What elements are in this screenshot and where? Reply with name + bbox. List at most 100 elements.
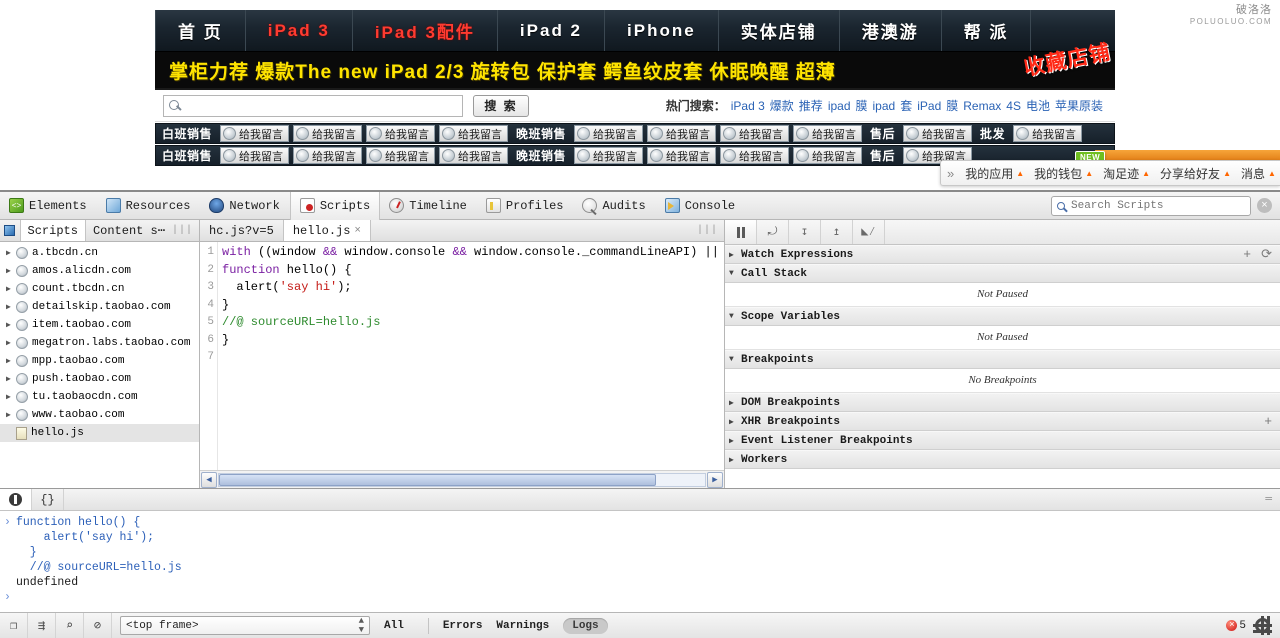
triangle-down-icon[interactable]: ▼ bbox=[729, 312, 741, 321]
disclosure-triangle-icon[interactable]: ▶ bbox=[6, 302, 16, 312]
scroll-right-arrow[interactable]: ▶ bbox=[707, 472, 723, 488]
editor-resize-grip[interactable]: ||| bbox=[697, 220, 724, 241]
cs-contact-button-0-1-0[interactable]: 给我留言 bbox=[574, 125, 643, 142]
script-file-item-3[interactable]: ▶detailskip.taobao.com bbox=[0, 298, 199, 316]
editor-tab-close-icon[interactable]: × bbox=[354, 225, 361, 237]
cs-contact-button-0-1-1[interactable]: 给我留言 bbox=[647, 125, 716, 142]
panel-tab-console[interactable]: Console bbox=[656, 192, 745, 220]
hot-keyword-2[interactable]: 推荐 bbox=[799, 99, 823, 113]
panel-tab-scripts[interactable]: Scripts bbox=[290, 192, 380, 220]
show-console-button[interactable]: ⇶ bbox=[28, 613, 56, 638]
triangle-right-icon[interactable]: ▶ bbox=[729, 455, 741, 465]
cs-contact-button-0-0-3[interactable]: 给我留言 bbox=[439, 125, 508, 142]
shop-search-input[interactable] bbox=[183, 97, 462, 115]
step-over-button[interactable]: ⤾ bbox=[757, 220, 789, 244]
drawer-resize-grip[interactable]: ═ bbox=[1265, 489, 1280, 510]
cs-contact-button-1-1-1[interactable]: 给我留言 bbox=[647, 147, 716, 164]
shop-nav-item-7[interactable]: 帮 派 bbox=[942, 10, 1032, 51]
clear-console-button[interactable]: ⊘ bbox=[84, 613, 112, 638]
disclosure-triangle-icon[interactable]: ▶ bbox=[6, 266, 16, 276]
script-file-item-6[interactable]: ▶mpp.taobao.com bbox=[0, 352, 199, 370]
editor-tab-1[interactable]: hello.js× bbox=[283, 220, 371, 241]
editor-tab-0[interactable]: hc.js?v=5 bbox=[200, 220, 283, 241]
cs-contact-button-1-0-3[interactable]: 给我留言 bbox=[439, 147, 508, 164]
script-file-item-7[interactable]: ▶push.taobao.com bbox=[0, 370, 199, 388]
add-icon[interactable]: + bbox=[1264, 414, 1272, 429]
hot-keyword-10[interactable]: 4S bbox=[1006, 99, 1021, 113]
script-file-item-10[interactable]: hello.js bbox=[0, 424, 199, 442]
panel-tab-timeline[interactable]: Timeline bbox=[380, 192, 477, 220]
debugger-section-6[interactable]: ▶Event Listener Breakpoints bbox=[725, 431, 1280, 450]
cs-contact-button-1-1-2[interactable]: 给我留言 bbox=[720, 147, 789, 164]
debugger-section-7[interactable]: ▶Workers bbox=[725, 450, 1280, 469]
triangle-down-icon[interactable]: ▼ bbox=[729, 355, 741, 364]
hot-keyword-7[interactable]: iPad bbox=[917, 99, 941, 113]
shop-search-box[interactable] bbox=[163, 95, 463, 117]
hot-keyword-5[interactable]: ipad bbox=[873, 99, 896, 113]
panel-tab-network[interactable]: Network bbox=[200, 192, 289, 220]
shop-nav-item-6[interactable]: 港澳游 bbox=[840, 10, 942, 51]
triangle-right-icon[interactable]: ▶ bbox=[729, 417, 741, 427]
code-editor[interactable]: 1234567 with ((window && window.console … bbox=[200, 242, 724, 470]
cs-contact-button-1-1-0[interactable]: 给我留言 bbox=[574, 147, 643, 164]
hot-keyword-11[interactable]: 电池 bbox=[1026, 99, 1050, 113]
hot-keyword-0[interactable]: iPad 3 bbox=[731, 99, 765, 113]
triangle-right-icon[interactable]: ▶ bbox=[729, 250, 741, 260]
disclosure-triangle-icon[interactable]: ▶ bbox=[6, 248, 16, 258]
console-filter-errors[interactable]: Errors bbox=[443, 620, 483, 632]
step-into-button[interactable]: ↧ bbox=[789, 220, 821, 244]
cs-contact-button-1-1-3[interactable]: 给我留言 bbox=[793, 147, 862, 164]
step-out-button[interactable]: ↥ bbox=[821, 220, 853, 244]
debugger-section-2[interactable]: ▼Scope Variables bbox=[725, 307, 1280, 326]
hot-keyword-8[interactable]: 膜 bbox=[946, 99, 958, 113]
search-button[interactable]: ⌕ bbox=[56, 613, 84, 638]
shop-search-button[interactable]: 搜 索 bbox=[473, 95, 529, 117]
deactivate-breakpoints-button[interactable]: ◣⁄ bbox=[853, 220, 885, 244]
disclosure-triangle-icon[interactable]: ▶ bbox=[6, 392, 16, 402]
sidebar-resize-grip[interactable]: ||| bbox=[172, 220, 199, 241]
console-filter-logs[interactable]: Logs bbox=[563, 618, 607, 634]
search-scripts-field[interactable] bbox=[1051, 196, 1251, 216]
console-filter-all[interactable]: All bbox=[384, 620, 404, 632]
script-file-item-8[interactable]: ▶tu.taobaocdn.com bbox=[0, 388, 199, 406]
debugger-section-3[interactable]: ▼Breakpoints bbox=[725, 350, 1280, 369]
console-filter-warnings[interactable]: Warnings bbox=[496, 620, 549, 632]
debugger-section-1[interactable]: ▼Call Stack bbox=[725, 264, 1280, 283]
disclosure-triangle-icon[interactable]: ▶ bbox=[6, 356, 16, 366]
dock-to-side-button[interactable]: ❐ bbox=[0, 613, 28, 638]
triangle-right-icon[interactable]: ▶ bbox=[729, 436, 741, 446]
hot-keyword-9[interactable]: Remax bbox=[963, 99, 1001, 113]
clear-search-icon[interactable]: × bbox=[1257, 198, 1272, 213]
expand-toolbar-icon[interactable]: » bbox=[941, 166, 960, 181]
hot-keyword-3[interactable]: ipad bbox=[828, 99, 851, 113]
script-file-item-4[interactable]: ▶item.taobao.com bbox=[0, 316, 199, 334]
cs-contact-button-0-0-1[interactable]: 给我留言 bbox=[293, 125, 362, 142]
script-file-item-2[interactable]: ▶count.tbcdn.cn bbox=[0, 280, 199, 298]
taobao-floating-toolbar[interactable]: » 我的应用▲我的钱包▲淘足迹▲分享给好友▲消息▲ ⌄ bbox=[940, 160, 1280, 186]
frame-selector[interactable]: <top frame> ▲▼ bbox=[120, 616, 370, 635]
taobao-toolbar-item-0[interactable]: 我的应用▲ bbox=[960, 165, 1029, 182]
search-scripts-input[interactable] bbox=[1071, 198, 1250, 214]
cs-contact-button-1-0-1[interactable]: 给我留言 bbox=[293, 147, 362, 164]
console-tab[interactable] bbox=[0, 489, 32, 510]
triangle-right-icon[interactable]: ▶ bbox=[729, 398, 741, 408]
refresh-icon[interactable]: ⟳ bbox=[1261, 247, 1272, 262]
panel-tab-profiles[interactable]: Profiles bbox=[477, 192, 574, 220]
snippet-tab[interactable]: {} bbox=[32, 489, 64, 510]
disclosure-triangle-icon[interactable]: ▶ bbox=[6, 374, 16, 384]
debugger-section-4[interactable]: ▶DOM Breakpoints bbox=[725, 393, 1280, 412]
shop-nav-item-2[interactable]: iPad 3配件 bbox=[353, 10, 498, 51]
cs-contact-button-0-0-2[interactable]: 给我留言 bbox=[366, 125, 435, 142]
code-content[interactable]: with ((window && window.console && windo… bbox=[218, 242, 724, 470]
debugger-section-5[interactable]: ▶XHR Breakpoints+ bbox=[725, 412, 1280, 431]
scrollbar-thumb[interactable] bbox=[219, 474, 656, 486]
disclosure-triangle-icon[interactable]: ▶ bbox=[6, 410, 16, 420]
taobao-toolbar-item-1[interactable]: 我的钱包▲ bbox=[1029, 165, 1098, 182]
scroll-left-arrow[interactable]: ◀ bbox=[201, 472, 217, 488]
disclosure-triangle-icon[interactable]: ▶ bbox=[6, 284, 16, 294]
shop-nav-item-4[interactable]: iPhone bbox=[605, 10, 719, 51]
taobao-toolbar-item-3[interactable]: 分享给好友▲ bbox=[1155, 165, 1236, 182]
shop-nav-item-0[interactable]: 首 页 bbox=[155, 10, 246, 51]
script-file-item-9[interactable]: ▶www.taobao.com bbox=[0, 406, 199, 424]
cs-contact-button-0-2-0[interactable]: 给我留言 bbox=[903, 125, 972, 142]
